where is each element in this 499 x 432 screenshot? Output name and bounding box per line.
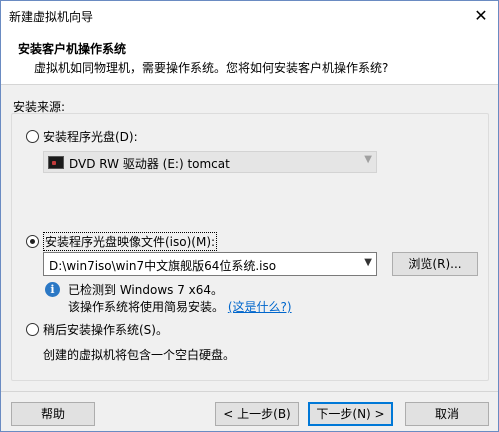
chevron-down-icon[interactable]: ▼ [364,257,372,268]
disc-drive-select: DVD RW 驱动器 (E:) tomcat ▼ [43,151,377,173]
footer-divider [1,391,498,392]
disc-drive-value: DVD RW 驱动器 (E:) tomcat [69,157,230,171]
cancel-button[interactable]: 取消 [405,402,489,426]
radio-label-later: 稍后安装操作系统(S)。 [43,323,168,337]
chevron-down-icon: ▼ [364,154,372,165]
radio-button[interactable] [26,130,39,143]
iso-path-value[interactable]: D:\win7iso\win7中文旗舰版64位系统.iso [49,257,276,274]
easy-install-label: 该操作系统将使用简易安装。 [68,300,225,314]
info-icon: i [45,282,60,297]
radio-button[interactable] [26,323,39,336]
new-vm-wizard-window: 新建虚拟机向导 ✕ 安装客户机操作系统 虚拟机如同物理机，需要操作系统。您将如何… [0,0,499,432]
radio-install-later[interactable]: 稍后安装操作系统(S)。 [26,321,168,338]
easy-install-text: 该操作系统将使用简易安装。 (这是什么?) [68,298,292,315]
detected-os-text: 已检测到 Windows 7 x64。 [68,283,224,297]
whats-this-link[interactable]: (这是什么?) [228,300,292,314]
page-title: 安装客户机操作系统 [18,42,127,56]
dvd-drive-icon [48,156,64,169]
help-button[interactable]: 帮助 [11,402,95,426]
radio-button-checked[interactable] [26,235,39,248]
close-icon[interactable]: ✕ [470,5,492,27]
radio-label-iso: 安装程序光盘映像文件(iso)(M): [43,232,218,251]
install-later-description: 创建的虚拟机将包含一个空白硬盘。 [43,348,236,362]
title-bar: 新建虚拟机向导 ✕ [1,1,498,31]
browse-button[interactable]: 浏览(R)... [392,252,478,276]
page-subtitle: 虚拟机如同物理机，需要操作系统。您将如何安装客户机操作系统? [34,61,389,75]
wizard-header: 安装客户机操作系统 虚拟机如同物理机，需要操作系统。您将如何安装客户机操作系统? [1,31,498,85]
radio-iso-image[interactable]: 安装程序光盘映像文件(iso)(M): [26,232,218,251]
back-button[interactable]: < 上一步(B) [215,402,299,426]
next-button[interactable]: 下一步(N) > [308,402,393,426]
window-title: 新建虚拟机向导 [9,10,94,24]
iso-path-combobox[interactable]: D:\win7iso\win7中文旗舰版64位系统.iso ▼ [43,252,377,276]
radio-installer-disc[interactable]: 安装程序光盘(D): [26,128,138,145]
radio-label-disc: 安装程序光盘(D): [43,130,138,144]
